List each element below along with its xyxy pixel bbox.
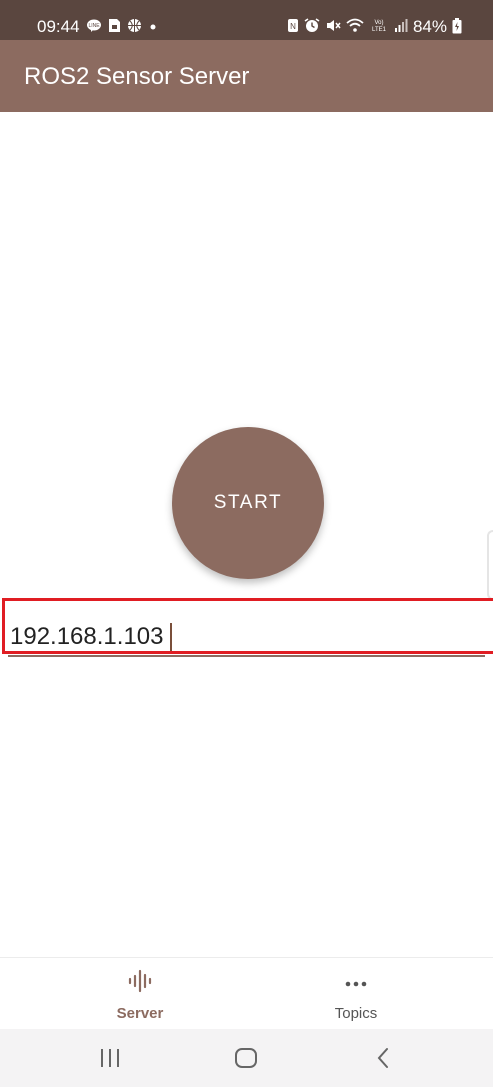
ip-input-underline — [8, 655, 485, 657]
line-icon: LINE — [86, 19, 102, 36]
status-bar: 09:44 LINE N Vo) LTE1 84% — [0, 0, 493, 40]
status-right: N Vo) LTE1 84% — [287, 17, 462, 37]
ip-address-input[interactable]: 192.168.1.103 — [10, 623, 486, 651]
battery-icon — [452, 17, 462, 37]
alarm-icon — [304, 18, 320, 36]
sim-icon — [108, 18, 121, 36]
nfc-icon: N — [287, 18, 299, 36]
status-time: 09:44 — [37, 17, 80, 36]
nav-item-server[interactable]: Server — [17, 958, 263, 1030]
nav-label-server: Server — [116, 1005, 164, 1022]
text-cursor — [170, 623, 172, 651]
status-left: 09:44 LINE — [37, 17, 158, 37]
more-horizontal-icon — [233, 968, 479, 999]
svg-text:LTE1: LTE1 — [372, 27, 387, 33]
recents-icon[interactable] — [90, 1043, 130, 1073]
bottom-navigation: Server Topics — [0, 957, 493, 1030]
mute-icon — [325, 18, 341, 36]
nav-item-topics[interactable]: Topics — [233, 958, 479, 1030]
home-icon[interactable] — [226, 1043, 266, 1073]
edge-panel-handle[interactable] — [487, 530, 493, 600]
system-navigation-bar — [0, 1029, 493, 1087]
svg-text:LINE: LINE — [88, 23, 100, 29]
app-bar: ROS2 Sensor Server — [0, 40, 493, 112]
wifi-icon — [346, 18, 364, 36]
waveform-icon — [17, 968, 263, 999]
battery-percent: 84% — [412, 17, 447, 36]
svg-text:Vo): Vo) — [374, 20, 383, 26]
nav-label-topics: Topics — [334, 1005, 378, 1022]
start-button[interactable]: START — [172, 427, 324, 579]
ball-icon — [127, 18, 142, 36]
signal-icon — [394, 18, 408, 36]
lte-icon: Vo) LTE1 — [369, 18, 389, 36]
start-button-label: START — [213, 492, 283, 513]
ip-highlight-box: 192.168.1.103 — [2, 598, 493, 654]
svg-text:N: N — [290, 22, 296, 31]
app-title: ROS2 Sensor Server — [24, 63, 250, 90]
dot-icon — [148, 20, 158, 35]
back-icon[interactable] — [364, 1043, 404, 1073]
